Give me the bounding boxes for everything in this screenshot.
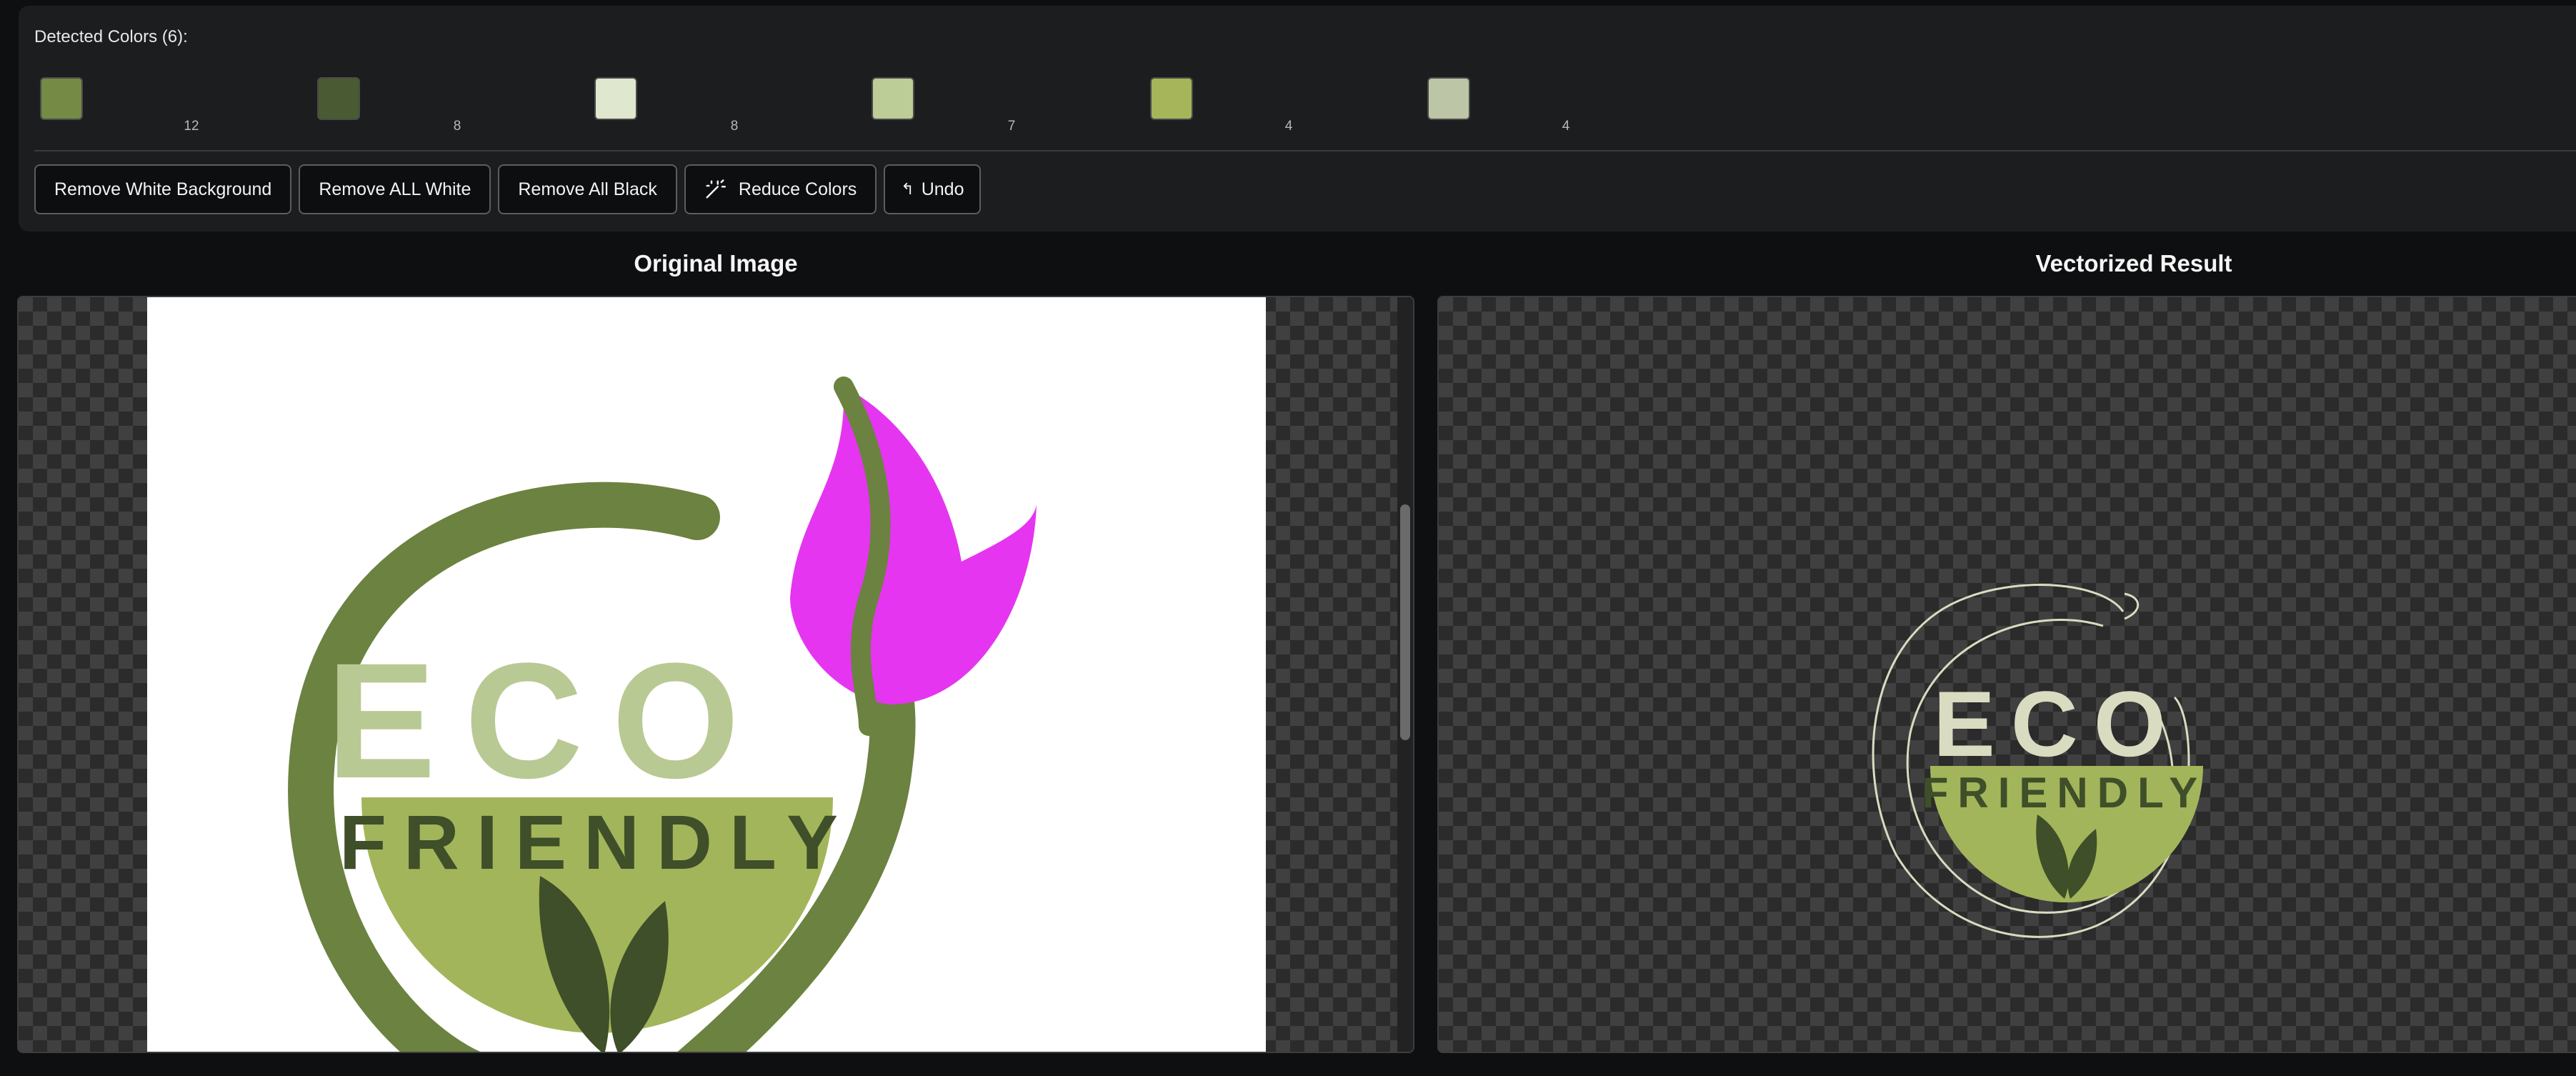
original-image-pane[interactable]: ECO FRIENDLY xyxy=(17,296,1414,1053)
swatch-count: 7 xyxy=(1007,119,1016,134)
color-swatch-item[interactable]: 7 xyxy=(872,70,1015,141)
remove-all-black-button[interactable]: Remove All Black xyxy=(498,164,677,214)
remove-all-white-label: Remove ALL White xyxy=(319,179,471,199)
reduce-colors-button[interactable]: Reduce Colors xyxy=(684,164,877,214)
color-swatch[interactable] xyxy=(872,77,914,120)
result-ring-tail xyxy=(2124,592,2140,620)
eco-friendly-logo-vectorized: ECO FRIENDLY xyxy=(1872,584,2207,938)
vectorized-result-heading: Vectorized Result xyxy=(2035,250,2232,277)
color-swatch[interactable] xyxy=(40,77,83,120)
swatch-count: 4 xyxy=(1284,119,1293,134)
magic-wand-icon xyxy=(706,179,726,199)
detected-colors-panel: Detected Colors (6): 12 8 8 7 4 4 Remove… xyxy=(19,6,2576,231)
remove-white-background-label: Remove White Background xyxy=(54,179,272,199)
swatch-count: 12 xyxy=(184,119,199,134)
undo-button[interactable]: ↰ Undo xyxy=(884,164,982,214)
swatch-count: 8 xyxy=(730,119,739,134)
remove-white-background-button[interactable]: Remove White Background xyxy=(34,164,292,214)
toolbar: Remove White Background Remove ALL White… xyxy=(34,164,982,214)
reduce-colors-label: Reduce Colors xyxy=(738,179,857,199)
color-swatch-item[interactable]: 8 xyxy=(594,70,738,141)
color-swatch-item[interactable]: 12 xyxy=(40,70,199,141)
color-swatch-item[interactable]: 8 xyxy=(317,70,461,141)
logo-eco-text: ECO xyxy=(326,629,768,812)
scrollbar-thumb[interactable] xyxy=(1400,504,1410,740)
color-swatch[interactable] xyxy=(317,77,360,120)
vectorized-result-pane[interactable]: ECO FRIENDLY xyxy=(1437,296,2576,1053)
result-friendly-text: FRIENDLY xyxy=(1922,769,2207,817)
color-swatch-item[interactable]: 4 xyxy=(1150,70,1293,141)
undo-icon: ↰ xyxy=(901,180,914,198)
bottom-bar xyxy=(0,1055,2576,1076)
color-swatch[interactable] xyxy=(1427,77,1470,120)
remove-all-white-button[interactable]: Remove ALL White xyxy=(299,164,491,214)
color-swatch[interactable] xyxy=(594,77,637,120)
logo-magenta-leaf xyxy=(790,387,1037,704)
swatch-count: 4 xyxy=(1562,119,1570,134)
undo-label: Undo xyxy=(921,179,964,199)
color-swatch[interactable] xyxy=(1150,77,1193,120)
vertical-scrollbar[interactable] xyxy=(1397,297,1413,1052)
eco-friendly-logo-original: ECO FRIENDLY xyxy=(288,377,1037,1052)
swatch-count: 8 xyxy=(453,119,461,134)
result-eco-text: ECO xyxy=(1933,672,2182,776)
original-image-heading: Original Image xyxy=(634,250,798,277)
panel-divider xyxy=(34,150,2576,151)
original-image: ECO FRIENDLY xyxy=(147,297,1266,1052)
remove-all-black-label: Remove All Black xyxy=(518,179,657,199)
color-swatch-item[interactable]: 4 xyxy=(1427,70,1570,141)
logo-friendly-text: FRIENDLY xyxy=(339,799,855,885)
detected-colors-title: Detected Colors (6): xyxy=(34,27,188,46)
